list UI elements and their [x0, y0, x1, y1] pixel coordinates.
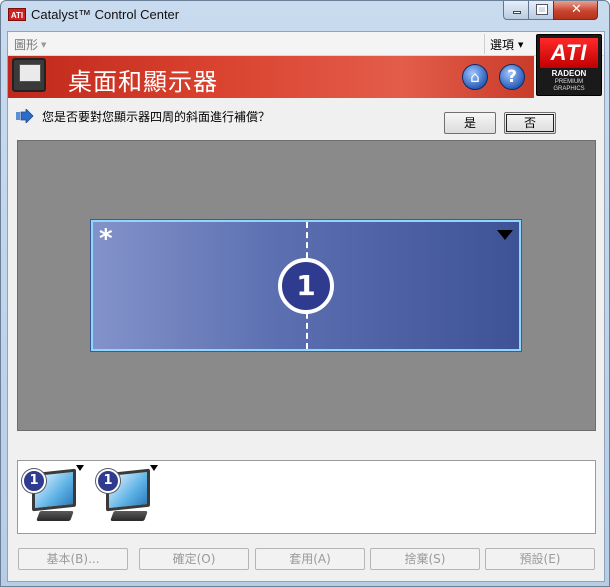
radeon-label: RADEON [551, 69, 587, 78]
display-number-badge: 1 [278, 258, 334, 314]
home-button[interactable]: ⌂ [462, 64, 488, 90]
desktop-layout-canvas[interactable]: * 1 [17, 140, 596, 431]
minimize-icon [513, 11, 521, 14]
apply-button[interactable]: 套用(A) [255, 548, 365, 570]
ok-button[interactable]: 確定(O) [139, 548, 249, 570]
arrow-right-icon [16, 109, 34, 123]
monitor-number-badge: 1 [22, 469, 46, 493]
premium-label: PREMIUM [554, 79, 584, 85]
window-title: Catalyst™ Control Center [31, 7, 180, 22]
page-title: 桌面和顯示器 [68, 68, 218, 96]
monitor-item[interactable]: 1 [20, 465, 86, 527]
menu-divider [484, 34, 485, 54]
title-bar[interactable]: ATI Catalyst™ Control Center ✕ [1, 1, 609, 31]
bezel-question: 您是否要對您顯示器四周的斜面進行補償？ [42, 110, 271, 124]
maximize-button[interactable] [528, 1, 554, 20]
basic-button[interactable]: 基本(B)... [18, 548, 128, 570]
defaults-button[interactable]: 預設(E) [485, 548, 595, 570]
catalyst-window: ATI Catalyst™ Control Center ✕ 圖形 ▼ 選項 ▼ A… [0, 0, 610, 587]
graphics-menu-label: 圖形 [14, 38, 39, 52]
graphics-label: GRAPHICS [553, 86, 585, 92]
chevron-down-icon: ▼ [518, 41, 524, 49]
monitor-stand [36, 511, 74, 521]
help-icon: ? [507, 67, 517, 87]
bezel-prompt: 您是否要對您顯示器四周的斜面進行補償？ 是 否 [8, 104, 604, 136]
monitor-stand [110, 511, 148, 521]
close-icon: ✕ [571, 2, 582, 17]
ati-brand: ATI [540, 38, 598, 68]
menu-bar: 圖形 ▼ 選項 ▼ [8, 32, 604, 56]
dropdown-arrow-icon[interactable] [150, 465, 158, 471]
home-icon: ⌂ [470, 68, 480, 86]
ati-logo-icon: ATI [8, 8, 26, 21]
help-button[interactable]: ? [499, 64, 525, 90]
options-menu[interactable]: 選項 ▼ [490, 36, 523, 53]
monitors-tray: 1 1 [17, 460, 596, 534]
client-area: 圖形 ▼ 選項 ▼ ATI RADEON PREMIUM GRAPHICS 桌面和顯… [7, 31, 605, 582]
premium-graphics-label: PREMIUM GRAPHICS [537, 79, 601, 93]
yes-button[interactable]: 是 [444, 112, 496, 134]
options-menu-label: 選項 [490, 38, 515, 52]
dropdown-arrow-icon[interactable] [76, 465, 84, 471]
primary-star-icon: * [99, 224, 113, 254]
close-button[interactable]: ✕ [553, 1, 598, 20]
monitor-item[interactable]: 1 [94, 465, 160, 527]
monitor-number-badge: 1 [96, 469, 120, 493]
display-1-desktop[interactable]: * 1 [90, 219, 522, 352]
minimize-button[interactable] [503, 1, 529, 20]
desktop-monitor-icon [12, 58, 46, 92]
page-banner: 桌面和顯示器 ⌂ ? [8, 56, 534, 98]
maximize-icon [536, 4, 548, 15]
ati-radeon-badge: ATI RADEON PREMIUM GRAPHICS [536, 34, 602, 96]
dropdown-arrow-icon[interactable] [497, 230, 513, 240]
graphics-menu[interactable]: 圖形 ▼ [14, 36, 46, 53]
no-button[interactable]: 否 [504, 112, 556, 134]
discard-button[interactable]: 捨棄(S) [370, 548, 480, 570]
chevron-down-icon: ▼ [41, 41, 47, 49]
